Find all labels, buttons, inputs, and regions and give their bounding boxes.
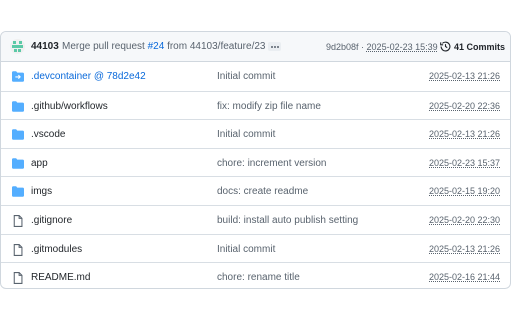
file-commit-date: 2025-02-13 21:26 [429, 71, 501, 81]
file-browser: 44103 Merge pull request #24 from 44103/… [0, 31, 511, 289]
folder-icon [12, 129, 24, 140]
file-row[interactable]: .vscode Initial commit 2025-02-13 21:26 [1, 119, 510, 148]
file-commit-message[interactable]: Initial commit [217, 129, 275, 140]
submodule-folder-icon [12, 71, 24, 82]
file-name-link[interactable]: app [31, 158, 48, 169]
file-commit-date: 2025-02-20 22:36 [429, 100, 501, 111]
file-commit-message[interactable]: build: install auto publish setting [217, 215, 358, 226]
folder-icon [12, 158, 24, 169]
file-name-link[interactable]: README.md [31, 272, 90, 283]
commit-message-suffix[interactable]: from 44103/feature/23 [164, 41, 265, 52]
file-row[interactable]: .gitmodules Initial commit 2025-02-13 21:2… [1, 233, 510, 263]
file-commit-date: 2025-02-23 15:37 [429, 157, 501, 168]
file-commit-message[interactable]: Initial commit [217, 71, 275, 82]
file-icon [12, 243, 24, 256]
meta-separator: · [358, 42, 367, 52]
file-row[interactable]: README.md chore: rename title 2025-02-16 2… [1, 262, 510, 288]
commit-count: 41 Commits [454, 41, 506, 52]
file-row[interactable]: app chore: increment version 2025-02-23 15… [1, 147, 510, 177]
commit-history-link[interactable]: 41 Commits [440, 41, 505, 52]
commit-message[interactable]: Merge pull request #24 from 44103/featur… [62, 41, 265, 52]
file-name-link[interactable]: .devcontainer @ 78d2e42 [31, 71, 146, 82]
file-name-link[interactable]: .gitmodules [31, 244, 82, 255]
file-commit-date: 2025-02-16 21:44 [429, 272, 501, 283]
file-name-link[interactable]: .vscode [31, 129, 65, 140]
history-icon [440, 41, 451, 52]
file-name-link[interactable]: imgs [31, 186, 52, 197]
file-row[interactable]: .devcontainer @ 78d2e42 Initial commit 202… [1, 62, 510, 91]
commit-sha[interactable]: 9d2b08f [326, 42, 359, 52]
pr-link[interactable]: #24 [148, 41, 165, 52]
file-commit-message[interactable]: docs: create readme [217, 186, 308, 197]
commit-date: 2025-02-23 15:39 [366, 42, 438, 52]
file-row[interactable]: imgs docs: create readme 2025-02-15 19:20 [1, 176, 510, 205]
file-row[interactable]: .github/workflows fix: modify zip file na… [1, 90, 510, 120]
folder-icon [12, 186, 24, 198]
commit-meta: 9d2b08f · 2025-02-23 15:39 [326, 42, 438, 52]
expand-message-button[interactable] [268, 42, 281, 51]
file-commit-message[interactable]: Initial commit [217, 244, 275, 255]
file-commit-message[interactable]: fix: modify zip file name [217, 101, 321, 112]
latest-commit-bar: 44103 Merge pull request #24 from 44103/… [1, 32, 510, 62]
file-icon [12, 215, 24, 227]
author-avatar[interactable] [10, 39, 25, 54]
file-icon [12, 272, 24, 285]
file-name-link[interactable]: .gitignore [31, 215, 72, 226]
file-row[interactable]: .gitignore build: install auto publish se… [1, 204, 510, 234]
ellipsis-icon [270, 45, 273, 48]
file-commit-date: 2025-02-15 19:20 [429, 186, 501, 197]
file-list: .devcontainer @ 78d2e42 Initial commit 202… [1, 62, 510, 288]
file-commit-date: 2025-02-13 21:26 [429, 243, 501, 254]
folder-icon [12, 100, 24, 112]
file-name-link[interactable]: .github/workflows [31, 101, 108, 112]
file-commit-date: 2025-02-20 22:30 [429, 214, 501, 225]
commit-author[interactable]: 44103 [31, 41, 59, 52]
file-commit-message[interactable]: chore: rename title [217, 272, 300, 283]
file-commit-message[interactable]: chore: increment version [217, 158, 327, 169]
file-commit-date: 2025-02-13 21:26 [429, 129, 501, 140]
commit-message-prefix[interactable]: Merge pull request [62, 41, 148, 52]
